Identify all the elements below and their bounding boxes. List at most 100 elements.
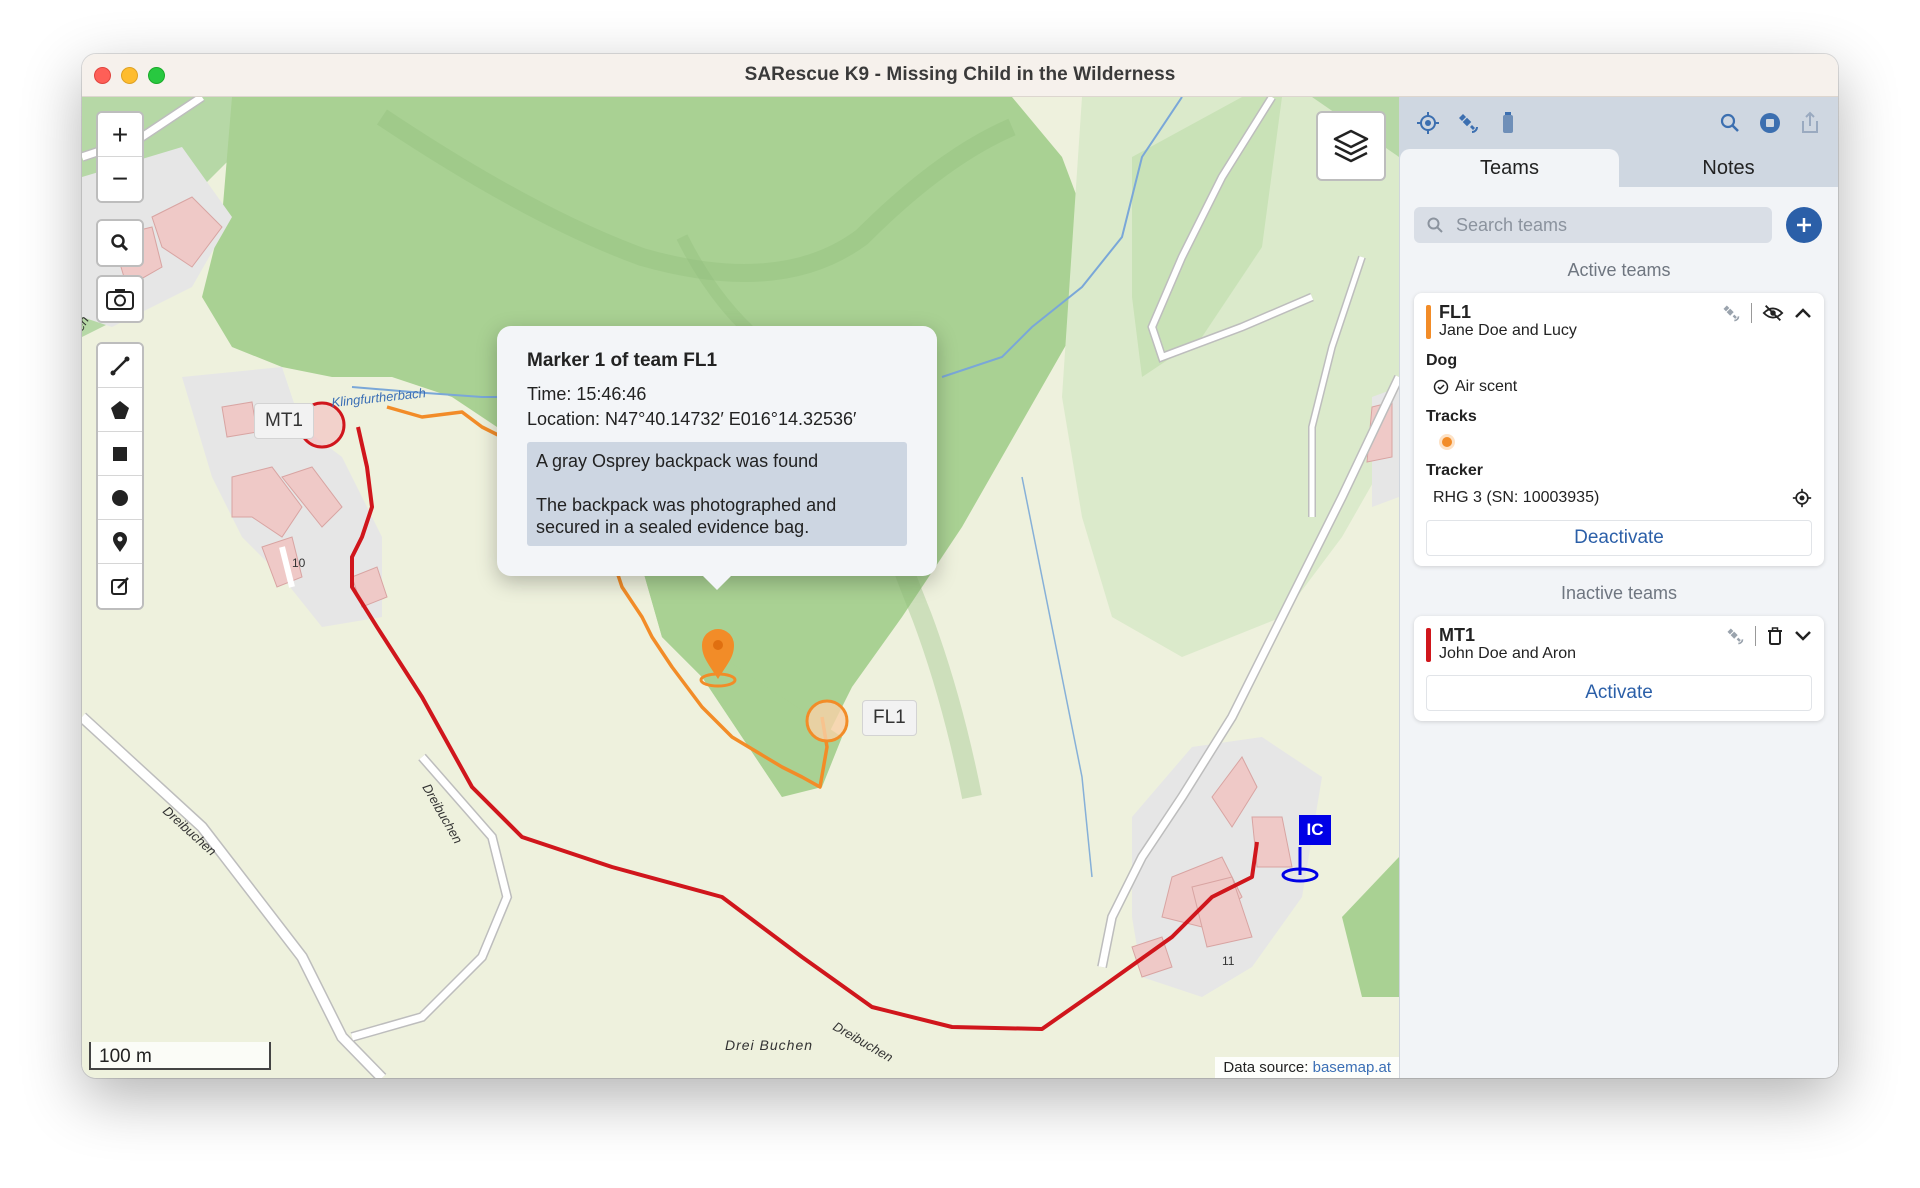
- team-card-header[interactable]: MT1 John Doe and Aron: [1426, 626, 1812, 663]
- marker-popup: Marker 1 of team FL1 Time: 15:46:46 Loca…: [497, 326, 937, 590]
- draw-marker-button[interactable]: [98, 520, 142, 564]
- screenshot-button[interactable]: [98, 277, 142, 321]
- attribution-link[interactable]: basemap.at: [1313, 1059, 1391, 1076]
- team-actions: [1721, 303, 1812, 323]
- maximize-window-button[interactable]: [148, 67, 165, 84]
- scale-bar: 100 m: [89, 1042, 271, 1070]
- title-bar: SARescue K9 - Missing Child in the Wilde…: [82, 54, 1838, 97]
- team-color-bar: [1426, 305, 1431, 339]
- battery-icon[interactable]: [1494, 109, 1522, 137]
- satellite-icon[interactable]: [1454, 109, 1482, 137]
- edit-icon: [111, 577, 129, 595]
- line-icon: [110, 356, 130, 375]
- window-title: SARescue K9 - Missing Child in the Wilde…: [744, 64, 1176, 85]
- sidebar: Teams Notes Search teams Active teams FL…: [1399, 97, 1838, 1078]
- house-number-label: 11: [1222, 954, 1235, 968]
- zoom-controls: + −: [96, 111, 144, 203]
- tab-teams[interactable]: Teams: [1400, 149, 1619, 187]
- active-teams-heading: Active teams: [1567, 260, 1671, 280]
- draw-line-button[interactable]: [98, 344, 142, 388]
- tracks-label: Tracks: [1426, 408, 1477, 425]
- satellite-icon[interactable]: [1725, 626, 1745, 646]
- tab-notes[interactable]: Notes: [1619, 149, 1838, 187]
- chevron-down-icon[interactable]: [1794, 629, 1812, 643]
- draw-toolbar: [96, 342, 144, 610]
- ic-flag[interactable]: IC: [1299, 815, 1331, 845]
- inactive-teams-heading: Inactive teams: [1560, 583, 1678, 603]
- share-icon[interactable]: [1796, 109, 1824, 137]
- track-color-dot[interactable]: [1439, 434, 1455, 450]
- search-icon: [1427, 217, 1443, 233]
- sidebar-toolbar: [1400, 97, 1838, 149]
- team-card-fl1: FL1 Jane Doe and Lucy Dog Air scent Trac…: [1414, 293, 1824, 566]
- map-canvas[interactable]: Klingfurtherbach Dreibuchen Dreibuchen D…: [82, 97, 1399, 1078]
- locate-icon[interactable]: [1414, 109, 1442, 137]
- layers-button[interactable]: [1316, 111, 1386, 181]
- fl1-marker-label[interactable]: FL1: [862, 700, 917, 736]
- trash-icon[interactable]: [1766, 626, 1784, 646]
- popup-title: Marker 1 of team FL1: [527, 350, 718, 371]
- search-placeholder: Search teams: [1456, 214, 1568, 235]
- window-controls: [94, 67, 165, 84]
- popup-note: A gray Osprey backpack was found The bac…: [527, 442, 907, 546]
- circle-icon: [112, 489, 128, 506]
- rectangle-icon: [113, 446, 127, 461]
- activate-button[interactable]: Activate: [1426, 675, 1812, 711]
- draw-polygon-button[interactable]: [98, 388, 142, 432]
- map-view[interactable]: Klingfurtherbach Dreibuchen Dreibuchen D…: [82, 97, 1399, 1078]
- team-search-row: Search teams: [1400, 187, 1838, 243]
- map-pin-icon: [113, 531, 127, 552]
- zoom-in-button[interactable]: +: [98, 113, 142, 157]
- team-search-input[interactable]: Search teams: [1414, 207, 1772, 243]
- deactivate-button[interactable]: Deactivate: [1426, 520, 1812, 556]
- tracks-row: [1426, 434, 1812, 450]
- draw-rectangle-button[interactable]: [98, 432, 142, 476]
- locate-tracker-icon[interactable]: [1792, 488, 1812, 508]
- team-name: MT1: [1439, 625, 1475, 645]
- chevron-up-icon[interactable]: [1794, 306, 1812, 320]
- popup-location: Location: N47°40.14732′ E016°14.32536′: [527, 409, 857, 429]
- tracker-label: Tracker: [1426, 462, 1483, 479]
- stop-icon[interactable]: [1756, 109, 1784, 137]
- dog-value: Air scent: [1455, 378, 1518, 395]
- edit-layers-button[interactable]: [98, 564, 142, 608]
- close-window-button[interactable]: [94, 67, 111, 84]
- mt1-marker-label[interactable]: MT1: [254, 403, 314, 439]
- search-control: [96, 219, 144, 267]
- map-search-button[interactable]: [98, 221, 142, 265]
- team-members: John Doe and Aron: [1439, 645, 1576, 662]
- place-label: Drei Buchen: [725, 1037, 813, 1053]
- minimize-window-button[interactable]: [121, 67, 138, 84]
- satellite-icon[interactable]: [1721, 303, 1741, 323]
- search-icon: [111, 234, 129, 252]
- search-icon[interactable]: [1716, 109, 1744, 137]
- polygon-icon: [111, 400, 129, 419]
- road-label: Dreibuchen: [831, 1019, 896, 1065]
- plus-icon: [1797, 218, 1811, 232]
- tracker-row: RHG 3 (SN: 10003935): [1426, 488, 1812, 508]
- attribution-prefix: Data source:: [1223, 1059, 1309, 1076]
- house-number-label: 10: [292, 556, 306, 570]
- check-circle-icon: [1433, 379, 1449, 395]
- attribution: Data source: basemap.at: [1215, 1057, 1399, 1078]
- add-team-button[interactable]: [1786, 207, 1822, 243]
- popup-note-line: The backpack was photographed and secure…: [536, 495, 837, 537]
- divider: [1751, 303, 1752, 323]
- team-name: FL1: [1439, 302, 1472, 322]
- draw-circle-button[interactable]: [98, 476, 142, 520]
- road-label: Dreibuchen: [419, 781, 465, 846]
- divider: [1755, 626, 1756, 646]
- team-members: Jane Doe and Lucy: [1439, 322, 1577, 339]
- dog-label: Dog: [1426, 352, 1458, 369]
- tracker-value: RHG 3 (SN: 10003935): [1433, 489, 1600, 506]
- team-card-header[interactable]: FL1 Jane Doe and Lucy: [1426, 303, 1812, 340]
- team-actions: [1725, 626, 1812, 646]
- team-card-mt1: MT1 John Doe and Aron Activate: [1414, 616, 1824, 721]
- app-window: SARescue K9 - Missing Child in the Wilde…: [82, 54, 1838, 1078]
- popup-note-line: A gray Osprey backpack was found: [536, 451, 819, 471]
- team-color-bar: [1426, 628, 1431, 662]
- zoom-out-button[interactable]: −: [98, 157, 142, 201]
- eye-off-icon[interactable]: [1762, 303, 1784, 323]
- camera-icon: [106, 289, 134, 310]
- layers-icon: [1333, 129, 1369, 163]
